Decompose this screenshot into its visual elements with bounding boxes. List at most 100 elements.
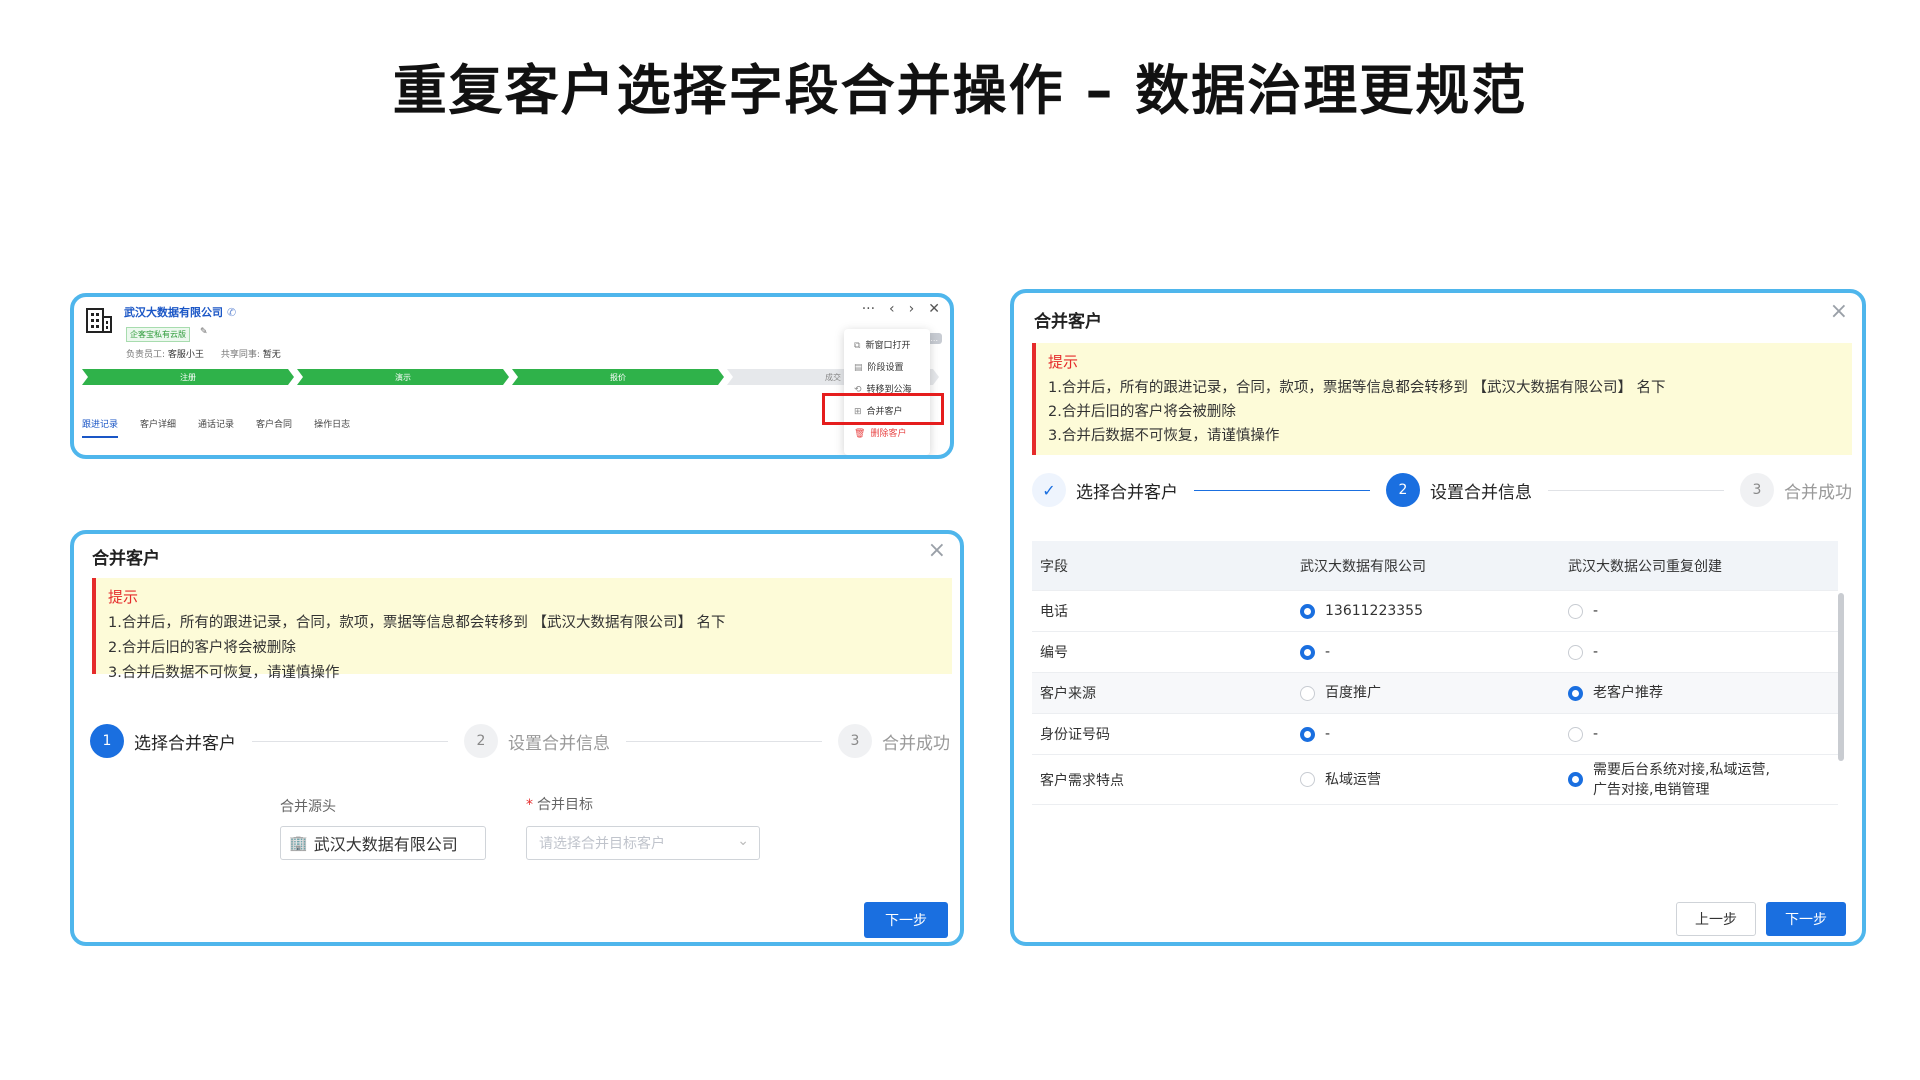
table-row: 电话 13611223355 - xyxy=(1032,591,1838,632)
menu-item-4[interactable]: 🗑 删除客户 xyxy=(844,423,930,445)
value-cell[interactable]: 私域运营 xyxy=(1300,770,1568,790)
step-connector xyxy=(1194,489,1370,491)
warning-line: 1.合并后，所有的跟进记录，合同，款项，票据等信息都会转移到 【武汉大数据有限公… xyxy=(1048,380,1666,396)
step-3-circle: 3 xyxy=(1740,473,1774,507)
customer-name-text: 武汉大数据有限公司 xyxy=(124,306,223,319)
table-scrollbar[interactable] xyxy=(1838,593,1844,761)
building-icon: 🏢 xyxy=(289,834,308,852)
header-controls: ··· ‹ › ✕ xyxy=(848,301,940,317)
next-button[interactable]: 下一步 xyxy=(864,902,948,938)
menu-item-label: 阶段设置 xyxy=(867,363,904,373)
source-label: 合并源头 xyxy=(280,799,336,815)
field-value: 百度推广 xyxy=(1325,685,1381,701)
field-name: 客户来源 xyxy=(1040,686,1096,702)
step-indicator: ✓ 选择合并客户 2 设置合并信息 3 合并成功 xyxy=(1032,473,1852,507)
prev-icon[interactable]: ‹ xyxy=(889,301,895,317)
more-menu: ⧉ 新窗口打开 ▤ 阶段设置 ⟲ 转移到公海 ⊞ 合并客户 🗑 删除客户 xyxy=(844,329,930,455)
prev-button[interactable]: 上一步 xyxy=(1676,902,1756,936)
close-icon[interactable]: ✕ xyxy=(928,301,940,317)
field-value: 老客户推荐 xyxy=(1593,685,1663,701)
table-header: 字段 武汉大数据有限公司 武汉大数据公司重复创建 xyxy=(1032,541,1838,591)
radio-button[interactable] xyxy=(1568,685,1583,701)
stage-bar: 注册 演示 报价 成交 xyxy=(82,369,942,385)
close-icon[interactable]: × xyxy=(928,540,946,562)
tab-4[interactable]: 操作日志 xyxy=(314,417,350,438)
warning-line: 3.合并后数据不可恢复，请谨慎操作 xyxy=(1048,428,1280,444)
target-label: * 合并目标 xyxy=(526,794,593,814)
more-icon[interactable]: ··· xyxy=(862,301,875,317)
column-header: 武汉大数据有限公司 xyxy=(1300,558,1426,575)
value-cell[interactable]: 13611223355 xyxy=(1300,601,1568,621)
stage-1[interactable]: 注册 xyxy=(82,369,294,385)
step-2-circle: 2 xyxy=(1386,473,1420,507)
field-name: 身份证号码 xyxy=(1040,727,1110,743)
required-mark: * xyxy=(526,797,533,813)
chevron-down-icon: ⌄ xyxy=(737,833,749,849)
target-select[interactable]: 请选择合并目标客户 ⌄ xyxy=(526,826,760,860)
value-cell[interactable]: 百度推广 xyxy=(1300,683,1568,703)
merge-dialog-step2: 合并客户 × 提示 1.合并后，所有的跟进记录，合同，款项，票据等信息都会转移到… xyxy=(1010,289,1866,946)
warning-line: 2.合并后旧的客户将会被删除 xyxy=(108,640,296,656)
next-button[interactable]: 下一步 xyxy=(1766,902,1846,936)
target-label-text: 合并目标 xyxy=(537,797,593,813)
dialog-title: 合并客户 xyxy=(1034,312,1102,332)
detail-tabs: 跟进记录 客户详细 通话记录 客户合同 操作日志 xyxy=(82,417,372,438)
field-value: - xyxy=(1593,726,1599,742)
menu-icon: 🗑 xyxy=(854,429,866,439)
step-2-label: 设置合并信息 xyxy=(508,733,610,754)
next-icon[interactable]: › xyxy=(909,301,915,317)
value-cell[interactable]: - xyxy=(1568,724,1838,744)
radio-button[interactable] xyxy=(1568,603,1583,619)
value-cell[interactable]: 老客户推荐 xyxy=(1568,683,1838,703)
value-cell[interactable]: - xyxy=(1568,642,1838,662)
tab-3[interactable]: 客户合同 xyxy=(256,417,292,438)
edit-icon[interactable]: ✎ xyxy=(200,327,208,337)
stage-2[interactable]: 演示 xyxy=(297,369,509,385)
step-2-circle: 2 xyxy=(464,724,498,758)
dialog-title: 合并客户 xyxy=(92,549,160,569)
step-1-circle: 1 xyxy=(90,724,124,758)
tab-2[interactable]: 通话记录 xyxy=(198,417,234,438)
edition-tag: 企客宝私有云版 xyxy=(126,327,190,342)
table-row: 客户需求特点 私域运营 需要后台系统对接,私域运营,广告对接,电销管理 xyxy=(1032,755,1838,805)
page-title: 重复客户选择字段合并操作 – 数据治理更规范 xyxy=(392,59,1528,122)
warning-title: 提示 xyxy=(108,588,139,606)
radio-button[interactable] xyxy=(1568,644,1583,660)
menu-icon: ⧉ xyxy=(854,341,861,351)
field-value: 私域运营 xyxy=(1325,771,1381,788)
highlight-box xyxy=(822,393,944,425)
field-value: - xyxy=(1325,726,1331,742)
source-value: 武汉大数据有限公司 xyxy=(313,835,458,854)
menu-item-1[interactable]: ▤ 阶段设置 xyxy=(844,357,930,379)
value-cell[interactable]: - xyxy=(1568,601,1838,621)
warning-box: 提示 1.合并后，所有的跟进记录，合同，款项，票据等信息都会转移到 【武汉大数据… xyxy=(92,578,952,681)
menu-item-label: 删除客户 xyxy=(870,429,907,439)
tab-1[interactable]: 客户详细 xyxy=(140,417,176,438)
menu-item-0[interactable]: ⧉ 新窗口打开 xyxy=(844,335,930,357)
phone-icon[interactable]: ✆ xyxy=(227,306,236,319)
radio-button[interactable] xyxy=(1568,726,1583,742)
step-1-check-icon: ✓ xyxy=(1032,473,1066,507)
tab-0[interactable]: 跟进记录 xyxy=(82,417,119,438)
warning-line: 1.合并后，所有的跟进记录，合同，款项，票据等信息都会转移到 【武汉大数据有限公… xyxy=(108,615,726,631)
owner-label: 负责员工: xyxy=(126,350,166,360)
stage-3[interactable]: 报价 xyxy=(512,369,724,385)
field-name: 电话 xyxy=(1040,604,1068,620)
close-icon[interactable]: × xyxy=(1830,301,1848,323)
radio-button[interactable] xyxy=(1300,603,1315,619)
warning-box: 提示 1.合并后，所有的跟进记录，合同，款项，票据等信息都会转移到 【武汉大数据… xyxy=(1032,343,1852,455)
field-value: - xyxy=(1325,644,1331,660)
radio-button[interactable] xyxy=(1300,685,1315,701)
radio-button[interactable] xyxy=(1568,772,1583,787)
step-connector xyxy=(626,740,822,742)
value-cell[interactable]: 需要后台系统对接,私域运营,广告对接,电销管理 xyxy=(1568,760,1838,800)
value-cell[interactable]: - xyxy=(1300,724,1568,744)
table-row: 编号 - - xyxy=(1032,632,1838,673)
value-cell[interactable]: - xyxy=(1300,642,1568,662)
radio-button[interactable] xyxy=(1300,644,1315,660)
field-name: 客户需求特点 xyxy=(1040,772,1124,789)
customer-name[interactable]: 武汉大数据有限公司 ✆ xyxy=(124,304,236,320)
radio-button[interactable] xyxy=(1300,726,1315,742)
source-field: 🏢 武汉大数据有限公司 xyxy=(280,826,486,860)
radio-button[interactable] xyxy=(1300,772,1315,787)
